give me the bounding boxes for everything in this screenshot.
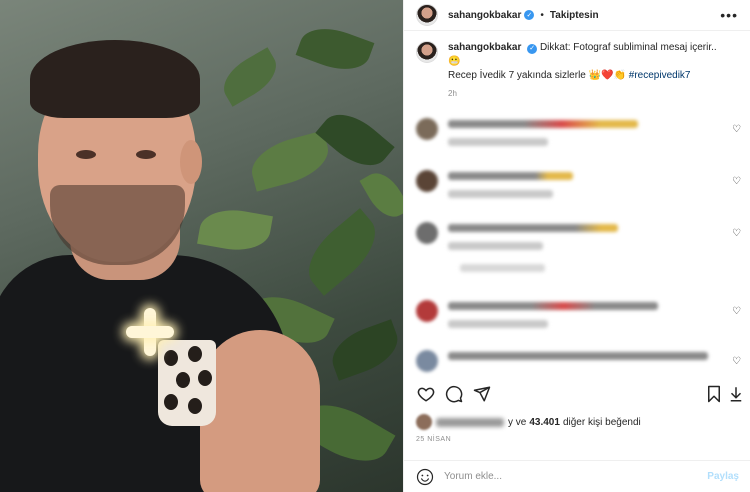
view-replies[interactable] — [460, 264, 545, 272]
smiley-icon[interactable] — [416, 468, 434, 486]
caption-avatar[interactable] — [416, 41, 438, 63]
ear — [180, 140, 202, 184]
blurred-comment-meta — [448, 320, 548, 328]
download-icon[interactable] — [726, 384, 746, 404]
comment-row: ♡ — [416, 218, 741, 280]
comment-like-icon[interactable]: ♡ — [732, 124, 741, 135]
separator: • — [540, 9, 544, 21]
clap-emoji-icon: 👏 — [613, 70, 626, 81]
likes-others: diğer kişi beğendi — [562, 416, 641, 428]
left-eye — [76, 150, 96, 159]
post-comment-button[interactable]: Paylaş — [707, 471, 739, 482]
comment-row: ♡ — [416, 114, 741, 154]
hashtag-link[interactable]: #recepivedik7 — [629, 70, 691, 81]
arm — [200, 330, 320, 492]
paper-plane-icon[interactable] — [472, 384, 492, 404]
post-actions — [416, 384, 742, 406]
comment-like-icon[interactable]: ♡ — [732, 228, 741, 239]
hair — [30, 40, 200, 118]
comment-composer: Paylaş — [404, 460, 750, 492]
comment-row: ♡ — [416, 296, 741, 336]
verified-badge-icon: ✓ — [524, 10, 535, 20]
blurred-liker-name — [436, 417, 504, 427]
caption-text: sahangokbakar ✓ Dikkat: Fotograf sublimi… — [448, 41, 728, 83]
likes-and: y ve — [508, 416, 527, 428]
likes-summary[interactable]: y ve 43.401 diğer kişi beğendi — [416, 414, 641, 430]
blurred-comment — [448, 120, 638, 128]
commenter-avatar[interactable] — [416, 118, 438, 140]
sparkle-light — [126, 308, 174, 356]
following-button[interactable]: Takiptesin — [550, 10, 599, 21]
ellipsis-icon[interactable]: ••• — [720, 7, 738, 23]
blurred-comment-meta — [448, 190, 553, 198]
comment-like-icon[interactable]: ♡ — [732, 306, 741, 317]
crown-emoji-icon: 👑 — [588, 70, 602, 81]
avatar[interactable] — [416, 4, 438, 26]
blurred-comment — [448, 172, 573, 180]
comment-like-icon[interactable]: ♡ — [732, 356, 741, 367]
blurred-comment-meta — [448, 138, 548, 146]
post-time: 2h — [448, 89, 457, 98]
comment-bubble-icon[interactable] — [444, 384, 464, 404]
post-date: 25 NİSAN — [416, 436, 452, 443]
bookmark-icon[interactable] — [704, 384, 724, 404]
heart-outline-icon[interactable] — [416, 384, 436, 404]
caption-line1: Dikkat: Fotograf subliminal mesaj içerir… — [539, 42, 717, 53]
commenter-avatar[interactable] — [416, 222, 438, 244]
heart-emoji-icon: ❤️ — [601, 70, 614, 81]
comment-row: ♡ — [416, 346, 741, 386]
commenter-avatar[interactable] — [416, 300, 438, 322]
blurred-comment — [448, 224, 618, 232]
caption-username[interactable]: sahangokbakar — [448, 42, 521, 53]
commenter-avatar[interactable] — [416, 350, 438, 372]
post-header: sahangokbakar ✓ • Takiptesin ••• — [404, 0, 750, 31]
grin-emoji-icon: 😬 — [448, 56, 461, 67]
blurred-comment — [448, 352, 708, 360]
blurred-comment-meta — [448, 242, 543, 250]
caption-line2: Recep İvedik 7 yakında sizlerle — [448, 70, 586, 81]
username-link[interactable]: sahangokbakar — [448, 10, 521, 21]
right-eye — [136, 150, 156, 159]
likes-count: 43.401 — [529, 416, 560, 428]
blurred-comment — [448, 302, 658, 310]
commenter-avatar[interactable] — [416, 170, 438, 192]
verified-badge-icon: ✓ — [527, 44, 538, 54]
comment-like-icon[interactable]: ♡ — [732, 176, 741, 187]
post-photo[interactable] — [0, 0, 403, 492]
post-caption: sahangokbakar ✓ Dikkat: Fotograf sublimi… — [404, 31, 750, 83]
comment-input[interactable] — [444, 471, 684, 482]
comment-row: ♡ — [416, 166, 741, 206]
post-panel: sahangokbakar ✓ • Takiptesin ••• sahango… — [403, 0, 750, 492]
liker-avatar — [416, 414, 432, 430]
